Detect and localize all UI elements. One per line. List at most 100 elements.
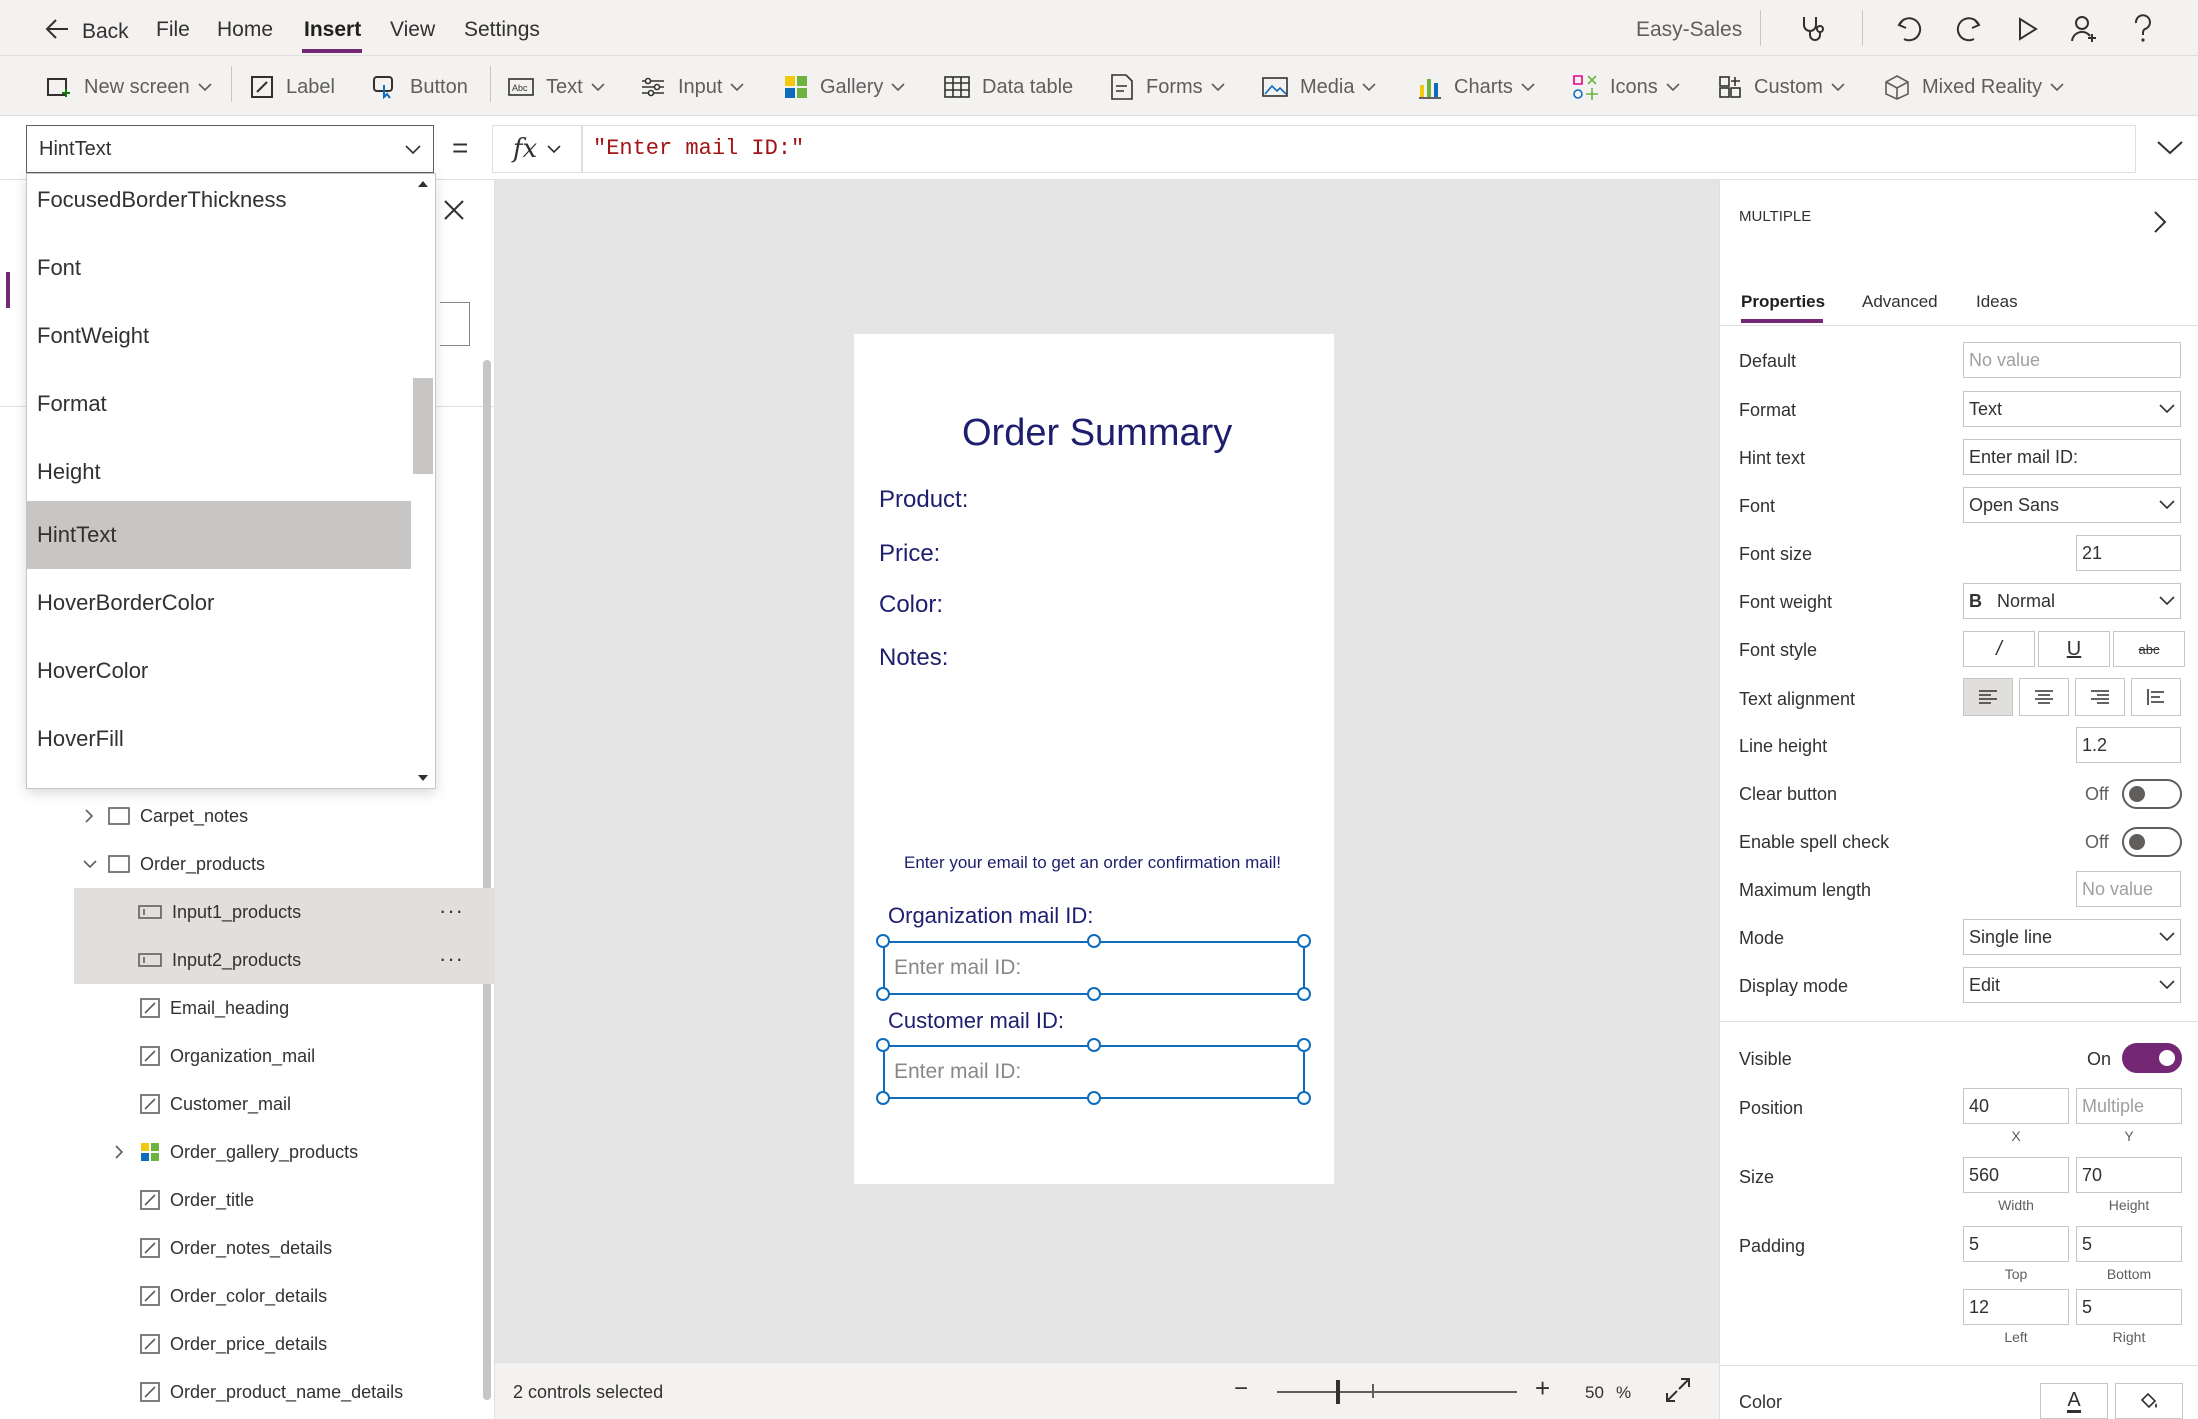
dropdown-option-selected[interactable]: HintText — [27, 501, 411, 569]
visible-toggle[interactable] — [2122, 1043, 2182, 1073]
menu-file[interactable]: File — [156, 18, 190, 42]
app-checker-stethoscope-icon[interactable] — [1795, 12, 1829, 46]
organization-mail-label[interactable]: Organization mail ID: — [888, 903, 1093, 929]
input-menu-button[interactable]: Input — [640, 72, 745, 102]
zoom-slider-thumb[interactable] — [1336, 1380, 1340, 1404]
more-options-icon[interactable]: ··· — [439, 946, 464, 972]
dropdown-option[interactable]: FocusedBorderThickness — [27, 174, 411, 234]
forms-menu-button[interactable]: Forms — [1110, 72, 1225, 102]
button-button[interactable]: Button — [372, 72, 468, 102]
format-select[interactable]: Text — [1963, 391, 2181, 427]
resize-handle[interactable] — [1297, 934, 1311, 948]
zoom-in-button[interactable]: + — [1535, 1373, 1550, 1404]
expand-formula-chevron-icon[interactable] — [2150, 128, 2190, 168]
tree-item[interactable]: Order_product_name_details — [74, 1368, 494, 1416]
back-button[interactable]: Back — [44, 18, 129, 45]
search-box-edge[interactable] — [440, 302, 470, 346]
tree-item[interactable]: Organization_mail — [74, 1032, 494, 1080]
dropdown-option[interactable]: Format — [27, 370, 411, 438]
scrollbar-thumb[interactable] — [413, 378, 433, 474]
tree-item[interactable]: Order_gallery_products — [74, 1128, 494, 1176]
zoom-slider-track[interactable] — [1277, 1391, 1517, 1393]
width-input[interactable]: 560 — [1963, 1157, 2069, 1193]
tree-item[interactable]: Order_color_details — [74, 1272, 494, 1320]
tree-item[interactable]: Carpet_notes — [74, 792, 494, 840]
resize-handle[interactable] — [1297, 1038, 1311, 1052]
tree-item-selected[interactable]: Input1_products ··· — [74, 888, 494, 936]
data-table-button[interactable]: Data table — [944, 72, 1073, 102]
padding-right-input[interactable]: 5 — [2076, 1289, 2182, 1325]
property-dropdown-list[interactable]: FocusedBorderThickness Font FontWeight F… — [26, 173, 436, 789]
dropdown-option[interactable]: Height — [27, 438, 411, 506]
display-mode-select[interactable]: Edit — [1963, 967, 2181, 1003]
gallery-menu-button[interactable]: Gallery — [784, 72, 905, 102]
resize-handle[interactable] — [876, 1091, 890, 1105]
product-label[interactable]: Product: — [879, 486, 968, 514]
resize-handle[interactable] — [876, 1038, 890, 1052]
resize-handle[interactable] — [1087, 1038, 1101, 1052]
menu-insert[interactable]: Insert — [304, 18, 361, 42]
padding-left-input[interactable]: 12 — [1963, 1289, 2069, 1325]
color-label[interactable]: Color: — [879, 591, 943, 619]
undo-icon[interactable] — [1893, 12, 1927, 46]
hint-text-input[interactable]: Enter mail ID: — [1963, 439, 2181, 475]
customer-mail-label[interactable]: Customer mail ID: — [888, 1008, 1064, 1034]
order-title[interactable]: Order Summary — [962, 412, 1232, 455]
resize-handle[interactable] — [1297, 1091, 1311, 1105]
preview-play-icon[interactable] — [2010, 12, 2044, 46]
position-x-input[interactable]: 40 — [1963, 1088, 2069, 1124]
property-selector[interactable]: HintText — [26, 125, 434, 173]
tree-item[interactable]: Order_notes_details — [74, 1224, 494, 1272]
charts-menu-button[interactable]: Charts — [1418, 72, 1535, 102]
fit-to-window-icon[interactable] — [1665, 1377, 1691, 1408]
price-label[interactable]: Price: — [879, 540, 940, 568]
dropdown-option[interactable]: FontWeight — [27, 302, 411, 370]
fx-function-button[interactable]: fx — [492, 125, 582, 173]
max-length-input[interactable]: No value — [2076, 871, 2181, 907]
menu-view[interactable]: View — [390, 18, 435, 42]
share-user-icon[interactable] — [2068, 12, 2102, 46]
dropdown-option[interactable]: HoverBorderColor — [27, 569, 411, 637]
icons-menu-button[interactable]: Icons — [1572, 72, 1680, 102]
position-y-input[interactable]: Multiple — [2076, 1088, 2182, 1124]
resize-handle[interactable] — [1087, 1091, 1101, 1105]
help-icon[interactable] — [2126, 12, 2160, 46]
tab-properties[interactable]: Properties — [1741, 292, 1825, 312]
strikethrough-button[interactable]: abc — [2113, 631, 2185, 667]
formula-input[interactable]: "Enter mail ID:" — [582, 125, 2136, 173]
underline-button[interactable]: U — [2038, 631, 2110, 667]
zoom-out-button[interactable]: − — [1234, 1375, 1248, 1403]
height-input[interactable]: 70 — [2076, 1157, 2182, 1193]
resize-handle[interactable] — [1087, 934, 1101, 948]
resize-handle[interactable] — [1297, 987, 1311, 1001]
menu-settings[interactable]: Settings — [464, 18, 540, 42]
tree-item[interactable]: Order_products — [74, 840, 494, 888]
resize-handle[interactable] — [876, 934, 890, 948]
fill-color-button[interactable] — [2115, 1383, 2183, 1419]
tab-advanced[interactable]: Advanced — [1862, 292, 1938, 312]
tree-item[interactable]: Email_heading — [74, 984, 494, 1032]
new-screen-button[interactable]: New screen — [46, 72, 212, 102]
spell-check-toggle[interactable] — [2122, 827, 2182, 857]
notes-label[interactable]: Notes: — [879, 644, 948, 672]
tree-item[interactable]: Order_title — [74, 1176, 494, 1224]
font-weight-select[interactable]: B Normal — [1963, 583, 2181, 619]
tree-item[interactable]: Order_price_details — [74, 1320, 494, 1368]
custom-menu-button[interactable]: Custom — [1718, 72, 1845, 102]
email-heading[interactable]: Enter your email to get an order confirm… — [904, 853, 1281, 873]
align-right-button[interactable] — [2075, 678, 2125, 716]
scroll-up-arrow-icon[interactable] — [417, 180, 429, 188]
align-justify-button[interactable] — [2131, 678, 2181, 716]
clear-button-toggle[interactable] — [2122, 779, 2182, 809]
dropdown-option[interactable]: HoverColor — [27, 637, 411, 705]
resize-handle[interactable] — [1087, 987, 1101, 1001]
chevron-right-icon[interactable] — [2153, 210, 2167, 239]
mode-select[interactable]: Single line — [1963, 919, 2181, 955]
font-size-input[interactable]: 21 — [2076, 535, 2181, 571]
italic-button[interactable]: / — [1963, 631, 2035, 667]
font-select[interactable]: Open Sans — [1963, 487, 2181, 523]
text-color-button[interactable]: A — [2040, 1383, 2108, 1419]
align-center-button[interactable] — [2019, 678, 2069, 716]
resize-handle[interactable] — [876, 987, 890, 1001]
padding-bottom-input[interactable]: 5 — [2076, 1226, 2182, 1262]
